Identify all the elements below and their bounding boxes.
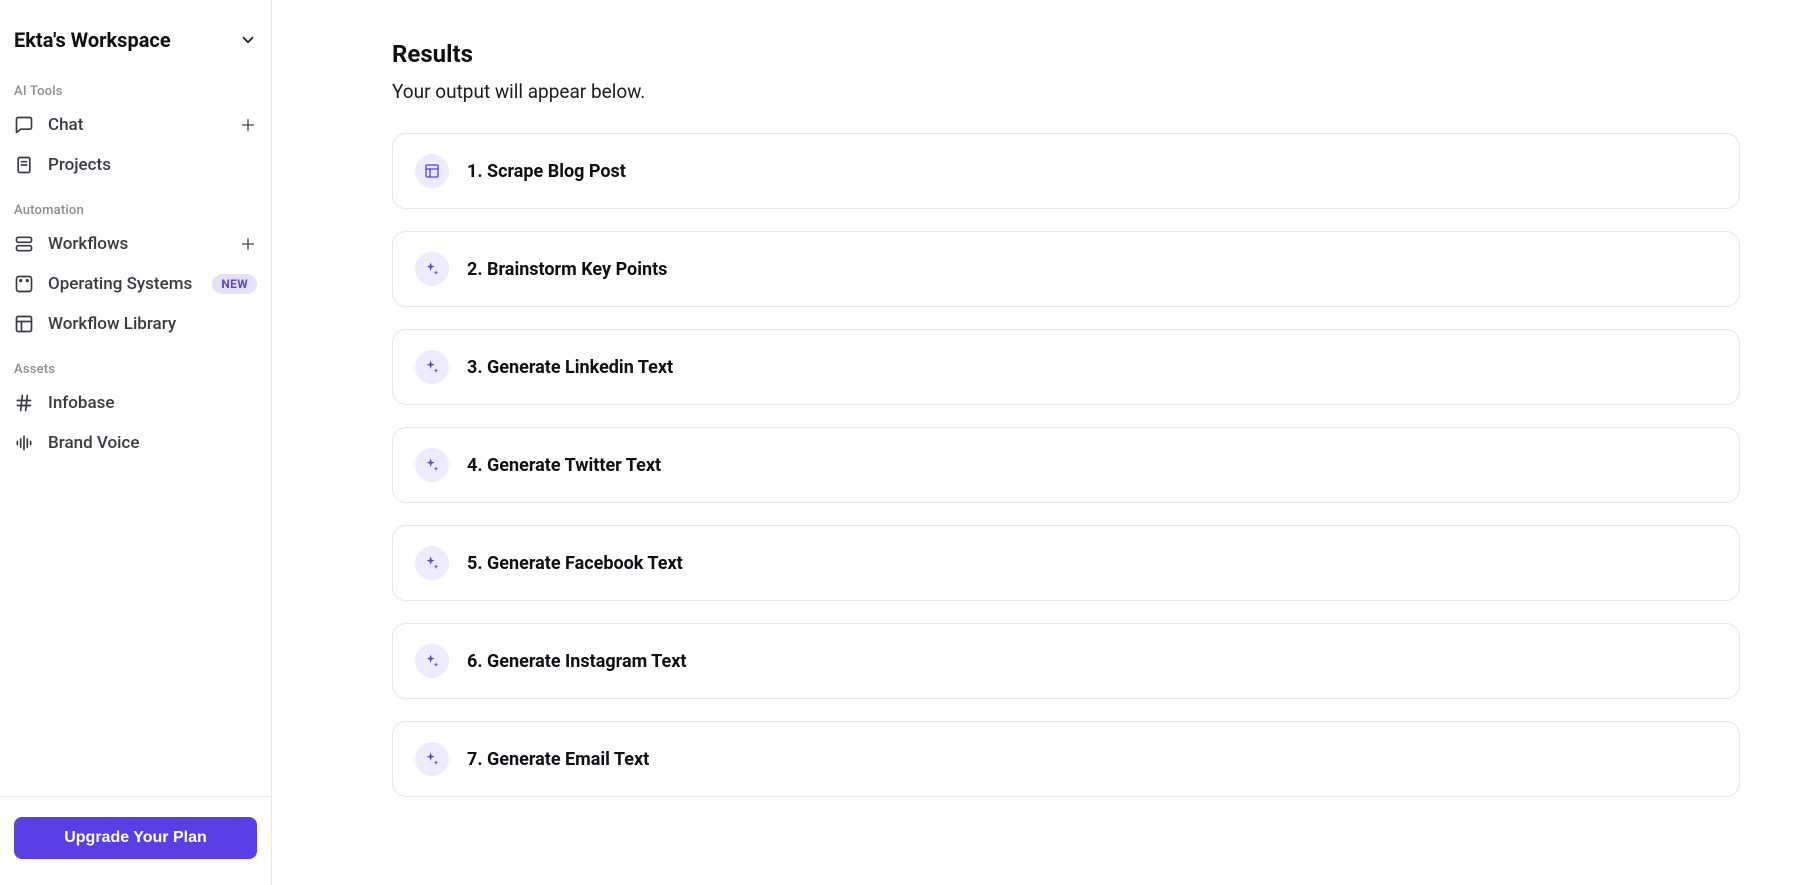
hash-icon bbox=[14, 393, 34, 413]
sidebar-item-label: Brand Voice bbox=[48, 433, 257, 453]
section-label-assets: Assets bbox=[0, 344, 271, 383]
sidebar-item-label: Workflows bbox=[48, 234, 225, 254]
steps-list: 1. Scrape Blog Post 2. Brainstorm Key Poi… bbox=[392, 133, 1740, 797]
step-card[interactable]: 1. Scrape Blog Post bbox=[392, 133, 1740, 209]
section-label-automation: Automation bbox=[0, 185, 271, 224]
plus-icon[interactable] bbox=[239, 116, 257, 134]
workspace-switcher[interactable]: Ekta's Workspace bbox=[0, 12, 271, 66]
sidebar-item-workflows[interactable]: Workflows bbox=[0, 224, 271, 264]
step-label: 7. Generate Email Text bbox=[467, 749, 649, 770]
step-label: 2. Brainstorm Key Points bbox=[467, 259, 667, 280]
step-label: 1. Scrape Blog Post bbox=[467, 161, 626, 182]
section-label-ai-tools: AI Tools bbox=[0, 66, 271, 105]
workflows-icon bbox=[14, 234, 34, 254]
new-badge: NEW bbox=[212, 274, 257, 294]
step-card[interactable]: 7. Generate Email Text bbox=[392, 721, 1740, 797]
step-card[interactable]: 2. Brainstorm Key Points bbox=[392, 231, 1740, 307]
step-card[interactable]: 6. Generate Instagram Text bbox=[392, 623, 1740, 699]
sidebar-item-label: Workflow Library bbox=[48, 314, 257, 334]
sidebar-footer: Upgrade Your Plan bbox=[0, 796, 271, 885]
step-label: 6. Generate Instagram Text bbox=[467, 651, 687, 672]
workspace-name: Ekta's Workspace bbox=[14, 28, 171, 52]
sparkle-icon bbox=[415, 350, 449, 384]
layout-icon bbox=[415, 154, 449, 188]
step-label: 3. Generate Linkedin Text bbox=[467, 357, 673, 378]
sidebar-item-label: Projects bbox=[48, 155, 257, 175]
sidebar-item-label: Infobase bbox=[48, 393, 257, 413]
sidebar-item-label: Chat bbox=[48, 115, 225, 135]
results-subtitle: Your output will appear below. bbox=[392, 80, 1740, 103]
sidebar-item-projects[interactable]: Projects bbox=[0, 145, 271, 185]
step-card[interactable]: 5. Generate Facebook Text bbox=[392, 525, 1740, 601]
sidebar-item-infobase[interactable]: Infobase bbox=[0, 383, 271, 423]
grid-icon bbox=[14, 274, 34, 294]
step-card[interactable]: 3. Generate Linkedin Text bbox=[392, 329, 1740, 405]
sparkle-icon bbox=[415, 644, 449, 678]
step-label: 4. Generate Twitter Text bbox=[467, 455, 661, 476]
sidebar-item-operating-systems[interactable]: Operating Systems NEW bbox=[0, 264, 271, 304]
chevron-down-icon bbox=[239, 31, 257, 49]
sparkle-icon bbox=[415, 546, 449, 580]
sparkle-icon bbox=[415, 448, 449, 482]
layout-icon bbox=[14, 314, 34, 334]
document-icon bbox=[14, 155, 34, 175]
voice-icon bbox=[14, 433, 34, 453]
sidebar-item-workflow-library[interactable]: Workflow Library bbox=[0, 304, 271, 344]
chat-icon bbox=[14, 115, 34, 135]
step-label: 5. Generate Facebook Text bbox=[467, 553, 683, 574]
step-card[interactable]: 4. Generate Twitter Text bbox=[392, 427, 1740, 503]
plus-icon[interactable] bbox=[239, 235, 257, 253]
sidebar-item-brand-voice[interactable]: Brand Voice bbox=[0, 423, 271, 463]
results-title: Results bbox=[392, 40, 1740, 68]
sparkle-icon bbox=[415, 252, 449, 286]
sparkle-icon bbox=[415, 742, 449, 776]
sidebar: Ekta's Workspace AI Tools Chat Projects … bbox=[0, 0, 272, 885]
upgrade-button[interactable]: Upgrade Your Plan bbox=[14, 817, 257, 859]
main-content: Results Your output will appear below. 1… bbox=[272, 0, 1800, 885]
sidebar-item-chat[interactable]: Chat bbox=[0, 105, 271, 145]
sidebar-item-label: Operating Systems bbox=[48, 274, 198, 294]
